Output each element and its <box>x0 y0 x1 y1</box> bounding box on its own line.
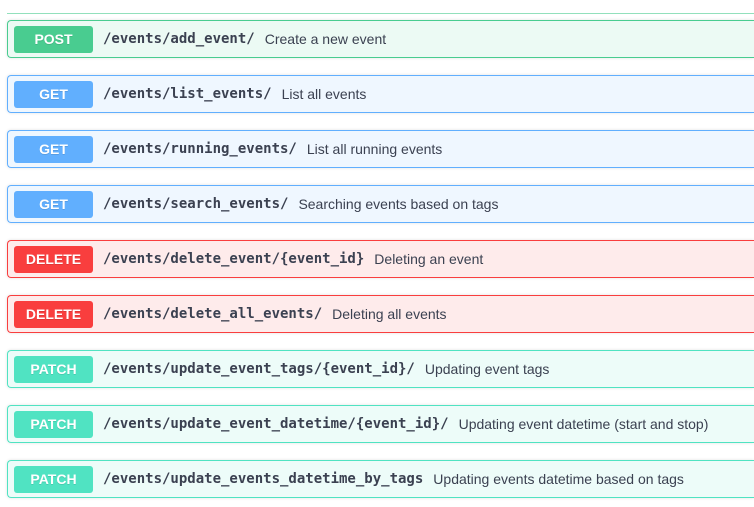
method-badge-get[interactable]: GET <box>14 135 93 163</box>
previous-section-border <box>7 13 754 14</box>
method-badge-delete[interactable]: DELETE <box>14 245 93 273</box>
method-badge-patch[interactable]: PATCH <box>14 355 93 383</box>
operation-summary: List all running events <box>306 141 443 157</box>
operation-summary: Deleting an event <box>374 251 484 267</box>
operation-summary: Create a new event <box>264 31 387 47</box>
operation-path[interactable]: /events/list_events/ <box>103 86 272 102</box>
operation-patch-update-events-datetime-by-tags[interactable]: PATCH /events/update_events_datetime_by_… <box>7 460 754 498</box>
method-badge-patch[interactable]: PATCH <box>14 465 93 493</box>
operation-path[interactable]: /events/delete_all_events/ <box>103 306 322 322</box>
operation-path[interactable]: /events/add_event/ <box>103 31 255 47</box>
operation-get-list-events[interactable]: GET /events/list_events/ List all events <box>7 75 754 113</box>
operation-summary: Searching events based on tags <box>298 196 499 212</box>
operation-path[interactable]: /events/running_events/ <box>103 141 297 157</box>
operation-path[interactable]: /events/update_event_tags/{event_id}/ <box>103 361 415 377</box>
operation-summary: Updating event datetime (start and stop) <box>458 416 709 432</box>
operation-get-search-events[interactable]: GET /events/search_events/ Searching eve… <box>7 185 754 223</box>
operation-summary: List all events <box>281 86 367 102</box>
operation-patch-update-event-datetime[interactable]: PATCH /events/update_event_datetime/{eve… <box>7 405 754 443</box>
method-badge-post[interactable]: POST <box>14 25 93 53</box>
method-badge-get[interactable]: GET <box>14 190 93 218</box>
method-badge-delete[interactable]: DELETE <box>14 300 93 328</box>
operation-path[interactable]: /events/delete_event/{event_id} <box>103 251 364 267</box>
operation-delete-event[interactable]: DELETE /events/delete_event/{event_id} D… <box>7 240 754 278</box>
operation-patch-update-event-tags[interactable]: PATCH /events/update_event_tags/{event_i… <box>7 350 754 388</box>
operation-delete-all-events[interactable]: DELETE /events/delete_all_events/ Deleti… <box>7 295 754 333</box>
operation-path[interactable]: /events/update_events_datetime_by_tags <box>103 471 423 487</box>
operation-post-add-event[interactable]: POST /events/add_event/ Create a new eve… <box>7 20 754 58</box>
method-badge-get[interactable]: GET <box>14 80 93 108</box>
operation-summary: Deleting all events <box>332 306 447 322</box>
operation-path[interactable]: /events/update_event_datetime/{event_id}… <box>103 416 449 432</box>
method-badge-patch[interactable]: PATCH <box>14 410 93 438</box>
operation-summary: Updating events datetime based on tags <box>433 471 684 487</box>
operation-get-running-events[interactable]: GET /events/running_events/ List all run… <box>7 130 754 168</box>
operation-path[interactable]: /events/search_events/ <box>103 196 288 212</box>
operation-summary: Updating event tags <box>424 361 550 377</box>
